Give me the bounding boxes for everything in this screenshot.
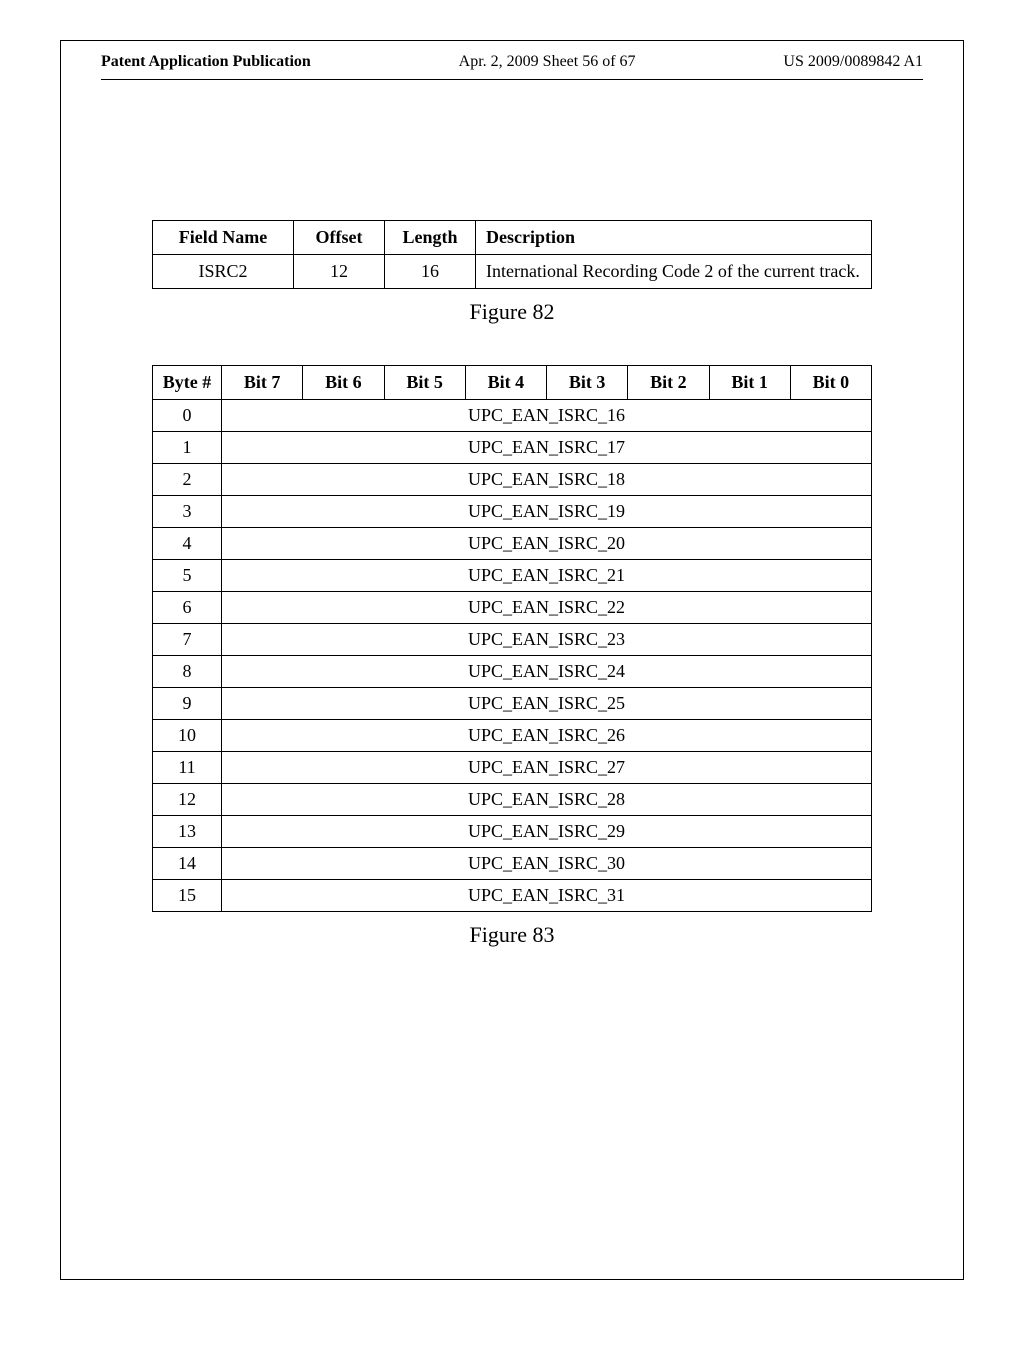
cell-value: UPC_EAN_ISRC_23 xyxy=(222,624,872,656)
th-offset: Offset xyxy=(294,221,385,255)
table-row: 9UPC_EAN_ISRC_25 xyxy=(153,688,872,720)
cell-byte: 11 xyxy=(153,752,222,784)
cell-offset: 12 xyxy=(294,255,385,289)
th-description: Description xyxy=(476,221,872,255)
th-bit4: Bit 4 xyxy=(465,366,546,400)
cell-byte: 7 xyxy=(153,624,222,656)
th-byte: Byte # xyxy=(153,366,222,400)
cell-value: UPC_EAN_ISRC_25 xyxy=(222,688,872,720)
table-row: 8UPC_EAN_ISRC_24 xyxy=(153,656,872,688)
cell-value: UPC_EAN_ISRC_31 xyxy=(222,880,872,912)
figure-83-label: Figure 83 xyxy=(101,922,923,948)
th-field-name: Field Name xyxy=(153,221,294,255)
cell-byte: 14 xyxy=(153,848,222,880)
page-header: Patent Application Publication Apr. 2, 2… xyxy=(61,41,963,79)
table-row: 4UPC_EAN_ISRC_20 xyxy=(153,528,872,560)
table-row: 15UPC_EAN_ISRC_31 xyxy=(153,880,872,912)
cell-byte: 0 xyxy=(153,400,222,432)
cell-value: UPC_EAN_ISRC_30 xyxy=(222,848,872,880)
table-row: ISRC2 12 16 International Recording Code… xyxy=(153,255,872,289)
th-bit7: Bit 7 xyxy=(222,366,303,400)
table-row: 12UPC_EAN_ISRC_28 xyxy=(153,784,872,816)
cell-value: UPC_EAN_ISRC_19 xyxy=(222,496,872,528)
cell-byte: 10 xyxy=(153,720,222,752)
cell-value: UPC_EAN_ISRC_17 xyxy=(222,432,872,464)
header-left: Patent Application Publication xyxy=(101,53,311,71)
table-row: 5UPC_EAN_ISRC_21 xyxy=(153,560,872,592)
cell-value: UPC_EAN_ISRC_21 xyxy=(222,560,872,592)
table-header-row: Field Name Offset Length Description xyxy=(153,221,872,255)
table-figure83: Byte # Bit 7 Bit 6 Bit 5 Bit 4 Bit 3 Bit… xyxy=(152,365,872,912)
cell-byte: 2 xyxy=(153,464,222,496)
table-row: 0UPC_EAN_ISRC_16 xyxy=(153,400,872,432)
cell-value: UPC_EAN_ISRC_29 xyxy=(222,816,872,848)
cell-value: UPC_EAN_ISRC_20 xyxy=(222,528,872,560)
table-row: 3UPC_EAN_ISRC_19 xyxy=(153,496,872,528)
cell-value: UPC_EAN_ISRC_16 xyxy=(222,400,872,432)
cell-value: UPC_EAN_ISRC_26 xyxy=(222,720,872,752)
table-row: 10UPC_EAN_ISRC_26 xyxy=(153,720,872,752)
cell-byte: 12 xyxy=(153,784,222,816)
table-row: 7UPC_EAN_ISRC_23 xyxy=(153,624,872,656)
cell-byte: 13 xyxy=(153,816,222,848)
cell-description: International Recording Code 2 of the cu… xyxy=(476,255,872,289)
cell-value: UPC_EAN_ISRC_27 xyxy=(222,752,872,784)
table-row: 14UPC_EAN_ISRC_30 xyxy=(153,848,872,880)
table-row: 13UPC_EAN_ISRC_29 xyxy=(153,816,872,848)
header-center: Apr. 2, 2009 Sheet 56 of 67 xyxy=(459,53,636,71)
table-row: 11UPC_EAN_ISRC_27 xyxy=(153,752,872,784)
cell-field: ISRC2 xyxy=(153,255,294,289)
cell-value: UPC_EAN_ISRC_18 xyxy=(222,464,872,496)
th-bit6: Bit 6 xyxy=(303,366,384,400)
th-bit0: Bit 0 xyxy=(790,366,871,400)
header-right: US 2009/0089842 A1 xyxy=(783,53,923,71)
page-frame: Patent Application Publication Apr. 2, 2… xyxy=(60,40,964,1280)
cell-value: UPC_EAN_ISRC_28 xyxy=(222,784,872,816)
cell-byte: 4 xyxy=(153,528,222,560)
table-figure82: Field Name Offset Length Description ISR… xyxy=(152,220,872,289)
figure-82-label: Figure 82 xyxy=(101,299,923,325)
cell-length: 16 xyxy=(385,255,476,289)
th-bit5: Bit 5 xyxy=(384,366,465,400)
th-length: Length xyxy=(385,221,476,255)
th-bit3: Bit 3 xyxy=(547,366,628,400)
table-header-row: Byte # Bit 7 Bit 6 Bit 5 Bit 4 Bit 3 Bit… xyxy=(153,366,872,400)
cell-byte: 5 xyxy=(153,560,222,592)
table-row: 1UPC_EAN_ISRC_17 xyxy=(153,432,872,464)
th-bit2: Bit 2 xyxy=(628,366,709,400)
page-content: Field Name Offset Length Description ISR… xyxy=(61,80,963,948)
cell-byte: 1 xyxy=(153,432,222,464)
table-row: 6UPC_EAN_ISRC_22 xyxy=(153,592,872,624)
cell-byte: 15 xyxy=(153,880,222,912)
cell-byte: 3 xyxy=(153,496,222,528)
table-row: 2UPC_EAN_ISRC_18 xyxy=(153,464,872,496)
cell-byte: 8 xyxy=(153,656,222,688)
cell-value: UPC_EAN_ISRC_22 xyxy=(222,592,872,624)
th-bit1: Bit 1 xyxy=(709,366,790,400)
cell-byte: 6 xyxy=(153,592,222,624)
cell-value: UPC_EAN_ISRC_24 xyxy=(222,656,872,688)
cell-byte: 9 xyxy=(153,688,222,720)
